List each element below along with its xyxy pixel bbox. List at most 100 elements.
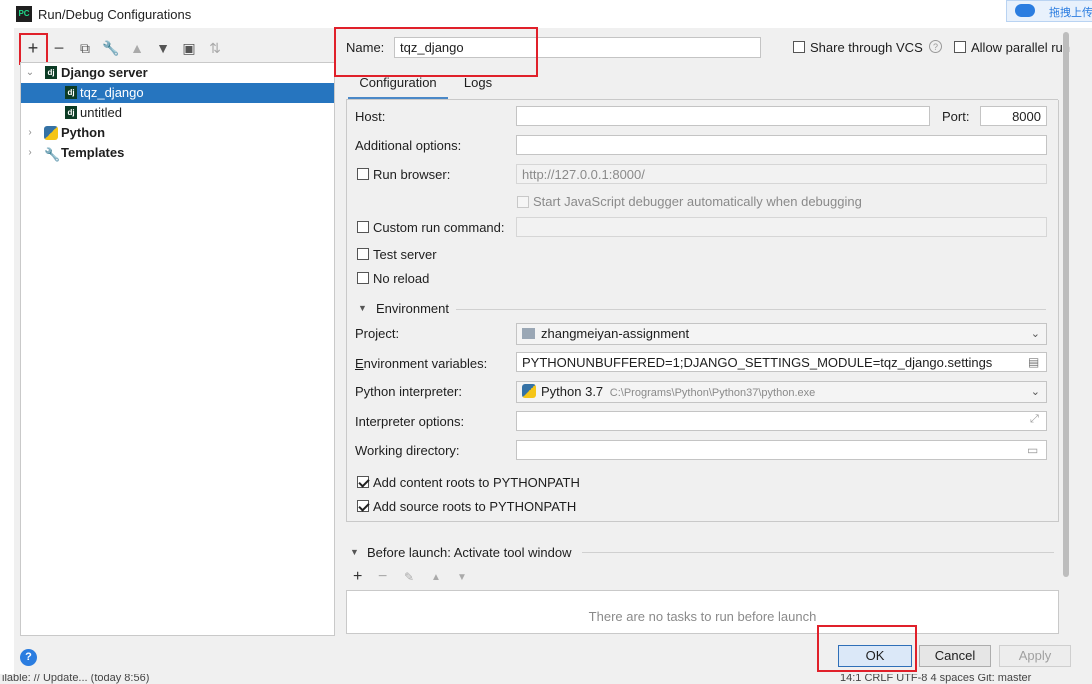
vertical-scrollbar[interactable] (1063, 32, 1069, 577)
content-roots-checkbox[interactable] (357, 476, 369, 488)
empty-tasks-text: There are no tasks to run before launch (588, 609, 817, 624)
port-label: Port: (942, 109, 970, 124)
tree-group-django-server[interactable]: ⌄ dj Django server (21, 63, 334, 83)
host-input[interactable] (516, 106, 930, 126)
run-browser-url-input[interactable]: http://127.0.0.1:8000/ (516, 164, 1047, 184)
chevron-down-icon[interactable]: ⌄ (25, 63, 35, 83)
move-up-icon[interactable]: ▲ (431, 572, 441, 583)
share-vcs-label: Share through VCS (810, 40, 923, 55)
chevron-down-icon: ⌄ (1030, 386, 1040, 398)
python-icon (44, 126, 58, 140)
configuration-tree[interactable]: ⌄ dj Django server dj tqz_django dj unti… (20, 62, 335, 636)
django-icon: dj (65, 86, 77, 99)
interpreter-options-label: Interpreter options: (355, 414, 465, 429)
cancel-button[interactable]: Cancel (919, 645, 991, 667)
collapse-triangle-icon[interactable]: ▼ (358, 303, 367, 313)
test-server-checkbox[interactable] (357, 248, 369, 260)
annotation-box-name (334, 27, 538, 77)
python-interpreter-select[interactable]: Python 3.7 C:\Programs\Python\Python37\p… (516, 381, 1047, 403)
wrench-icon: 🔧 (44, 147, 61, 162)
chevron-right-icon[interactable]: › (25, 143, 35, 163)
new-folder-icon[interactable]: ▣ (178, 38, 200, 58)
content-roots-label: Add content roots to PYTHONPATH (373, 475, 580, 490)
window-title: Run/Debug Configurations (38, 7, 192, 22)
working-dir-input[interactable] (516, 440, 1047, 460)
annotation-box-ok (817, 625, 917, 672)
no-reload-checkbox[interactable] (357, 272, 369, 284)
js-debugger-label: Start JavaScript debugger automatically … (533, 194, 862, 209)
cloud-icon (1015, 4, 1035, 17)
move-down-icon[interactable]: ▼ (457, 572, 467, 583)
tree-item-label: untitled (80, 105, 122, 120)
interpreter-path: C:\Programs\Python\Python37\python.exe (609, 387, 816, 399)
env-vars-label-text: nvironment variables: (363, 356, 488, 371)
source-roots-checkbox[interactable] (357, 500, 369, 512)
tree-item-tqz-django[interactable]: dj tqz_django (21, 83, 334, 103)
chevron-down-icon: ⌄ (1030, 328, 1040, 340)
sort-icon[interactable]: ⇅ (204, 38, 226, 58)
move-down-icon[interactable]: ▼ (152, 38, 174, 58)
remove-icon[interactable]: − (378, 568, 387, 586)
pycharm-app-icon: PC (16, 6, 32, 22)
collapse-triangle-icon[interactable]: ▼ (350, 547, 359, 557)
django-icon: dj (65, 106, 77, 119)
interpreter-options-input[interactable] (516, 411, 1047, 431)
ide-status-bar: ilable: // Update... (today 8:56) 14:1 C… (0, 674, 1092, 684)
js-debugger-checkbox[interactable] (517, 196, 529, 208)
project-value: zhangmeiyan-assignment (541, 326, 690, 341)
before-launch-task-list[interactable]: There are no tasks to run before launch (346, 590, 1059, 634)
test-server-label: Test server (373, 247, 437, 262)
python-icon (522, 384, 536, 398)
run-browser-label: Run browser: (373, 167, 451, 182)
environment-divider (456, 309, 1046, 310)
port-input[interactable]: 8000 (980, 106, 1047, 126)
run-browser-checkbox[interactable] (357, 168, 369, 180)
folder-icon (522, 328, 535, 339)
tree-group-label: Django server (61, 65, 148, 80)
working-dir-label: Working directory: (355, 443, 460, 458)
source-roots-label: Add source roots to PYTHONPATH (373, 499, 577, 514)
tree-group-label: Python (61, 125, 106, 140)
document-icon[interactable]: ▤ (1028, 355, 1039, 369)
annotation-box-add (19, 33, 48, 65)
folder-icon[interactable]: ▭ (1027, 443, 1038, 457)
interpreter-name: Python 3.7 (541, 384, 604, 399)
env-vars-input[interactable]: PYTHONUNBUFFERED=1;DJANGO_SETTINGS_MODUL… (516, 352, 1047, 372)
tab-configuration[interactable]: Configuration (348, 72, 448, 100)
allow-parallel-label: Allow parallel run (971, 40, 1070, 55)
tree-group-python[interactable]: › Python (21, 123, 334, 143)
move-up-icon[interactable]: ▲ (126, 38, 148, 58)
expand-icon[interactable]: ⤢ (1030, 413, 1039, 426)
wrench-icon[interactable]: 🔧 (100, 38, 122, 58)
tree-item-label: tqz_django (80, 85, 144, 100)
status-left-text: ilable: // Update... (today 8:56) (2, 674, 150, 684)
chevron-right-icon[interactable]: › (25, 123, 35, 143)
project-select[interactable]: zhangmeiyan-assignment ⌄ (516, 323, 1047, 345)
help-question-icon[interactable]: ? (929, 40, 942, 53)
status-right-text: 14:1 CRLF UTF-8 4 spaces Git: master (840, 674, 1032, 684)
no-reload-label: No reload (373, 271, 430, 286)
project-label: Project: (355, 326, 400, 341)
custom-run-checkbox[interactable] (357, 221, 369, 233)
remove-icon[interactable]: − (48, 38, 70, 58)
share-vcs-checkbox[interactable] (793, 41, 805, 53)
before-launch-divider (582, 552, 1054, 553)
host-label: Host: (355, 109, 386, 124)
tree-group-label: Templates (61, 145, 125, 160)
baidu-upload-widget[interactable]: 拖拽上传 (1006, 0, 1092, 22)
django-icon: dj (45, 66, 57, 79)
edit-icon[interactable]: ✎ (404, 570, 414, 584)
tab-logs[interactable]: Logs (452, 72, 504, 100)
allow-parallel-checkbox[interactable] (954, 41, 966, 53)
tree-group-templates[interactable]: › 🔧 Templates (21, 143, 334, 163)
additional-options-input[interactable] (516, 135, 1047, 155)
apply-button[interactable]: Apply (999, 645, 1071, 667)
custom-run-label: Custom run command: (373, 220, 505, 235)
environment-section-title: Environment (376, 301, 449, 316)
tree-item-untitled[interactable]: dj untitled (21, 103, 334, 123)
add-icon[interactable]: + (353, 568, 362, 586)
copy-icon[interactable]: ⧉ (74, 38, 96, 58)
help-icon[interactable]: ? (20, 649, 37, 666)
additional-options-label: Additional options: (355, 138, 462, 153)
custom-run-input[interactable] (516, 217, 1047, 237)
